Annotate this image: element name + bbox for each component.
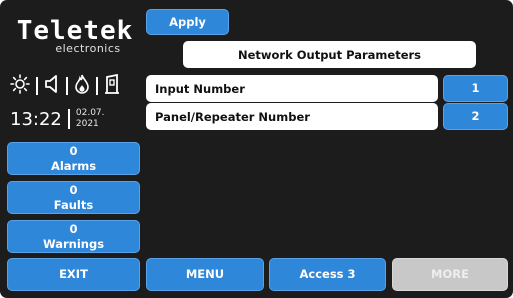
- faults-button[interactable]: 0 Faults: [7, 181, 140, 214]
- alarms-button[interactable]: 0 Alarms: [7, 142, 140, 175]
- icon-separator: [96, 77, 98, 95]
- brand-name: Teletek: [16, 16, 134, 46]
- param-value-input-number[interactable]: 1: [443, 75, 508, 102]
- param-value-panel-repeater-number[interactable]: 2: [443, 103, 508, 130]
- door-icon: [104, 73, 120, 98]
- exit-button[interactable]: EXIT: [7, 258, 140, 291]
- page-title: Network Output Parameters: [183, 41, 476, 68]
- clock-time: 13:22: [10, 108, 62, 130]
- faults-count: 0: [69, 183, 78, 198]
- warnings-count: 0: [69, 222, 78, 237]
- panel-screen: Teletek electronics 13:22 02.07. 2021 0 …: [0, 0, 513, 298]
- buzzer-icon: [44, 74, 60, 98]
- faults-label: Faults: [53, 197, 94, 212]
- brand-logo: Teletek electronics: [6, 18, 144, 55]
- more-button: MORE: [392, 258, 508, 291]
- clock-date-day-month: 02.07.: [75, 108, 105, 118]
- fire-icon: [74, 74, 90, 98]
- param-row-panel-repeater-number[interactable]: Panel/Repeater Number: [146, 103, 438, 130]
- status-icon-row: [10, 73, 120, 98]
- clock-date: 02.07. 2021: [76, 108, 105, 130]
- menu-button[interactable]: MENU: [146, 258, 264, 291]
- sun-icon: [10, 74, 30, 98]
- clock-display: 13:22 02.07. 2021: [10, 108, 105, 130]
- clock-date-year: 2021: [75, 119, 99, 129]
- access-level-button[interactable]: Access 3: [269, 258, 386, 291]
- icon-separator: [36, 77, 38, 95]
- icon-separator: [66, 77, 68, 95]
- param-label-input-number: Input Number: [155, 81, 245, 96]
- param-label-panel-repeater-number: Panel/Repeater Number: [155, 109, 310, 124]
- param-row-input-number[interactable]: Input Number: [146, 75, 438, 102]
- alarms-count: 0: [69, 144, 78, 159]
- alarms-label: Alarms: [50, 158, 97, 173]
- warnings-label: Warnings: [42, 236, 105, 251]
- clock-separator: [67, 109, 70, 129]
- apply-button[interactable]: Apply: [146, 9, 229, 35]
- warnings-button[interactable]: 0 Warnings: [7, 220, 140, 253]
